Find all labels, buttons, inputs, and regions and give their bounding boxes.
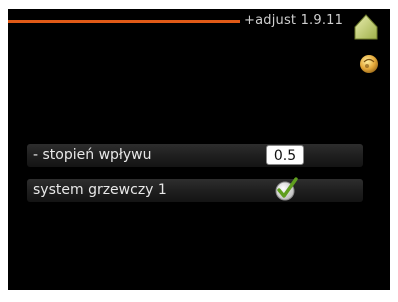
checkmark-icon[interactable] xyxy=(273,175,301,203)
home-icon[interactable] xyxy=(352,13,380,41)
setting-row-influence[interactable]: - stopień wpływu 0.5 xyxy=(27,144,363,167)
header-accent-line xyxy=(8,20,240,23)
page-title: +adjust 1.9.11 xyxy=(244,13,344,28)
sun-icon[interactable] xyxy=(358,53,380,75)
setting-label: - stopień wpływu xyxy=(33,147,152,163)
value-field[interactable]: 0.5 xyxy=(266,145,304,165)
setting-row-heating-system[interactable]: system grzewczy 1 xyxy=(27,177,363,202)
setting-label: system grzewczy 1 xyxy=(33,182,167,198)
display-screen: +adjust 1.9.11 - stopień wpływu 0.5 syst… xyxy=(8,9,390,290)
